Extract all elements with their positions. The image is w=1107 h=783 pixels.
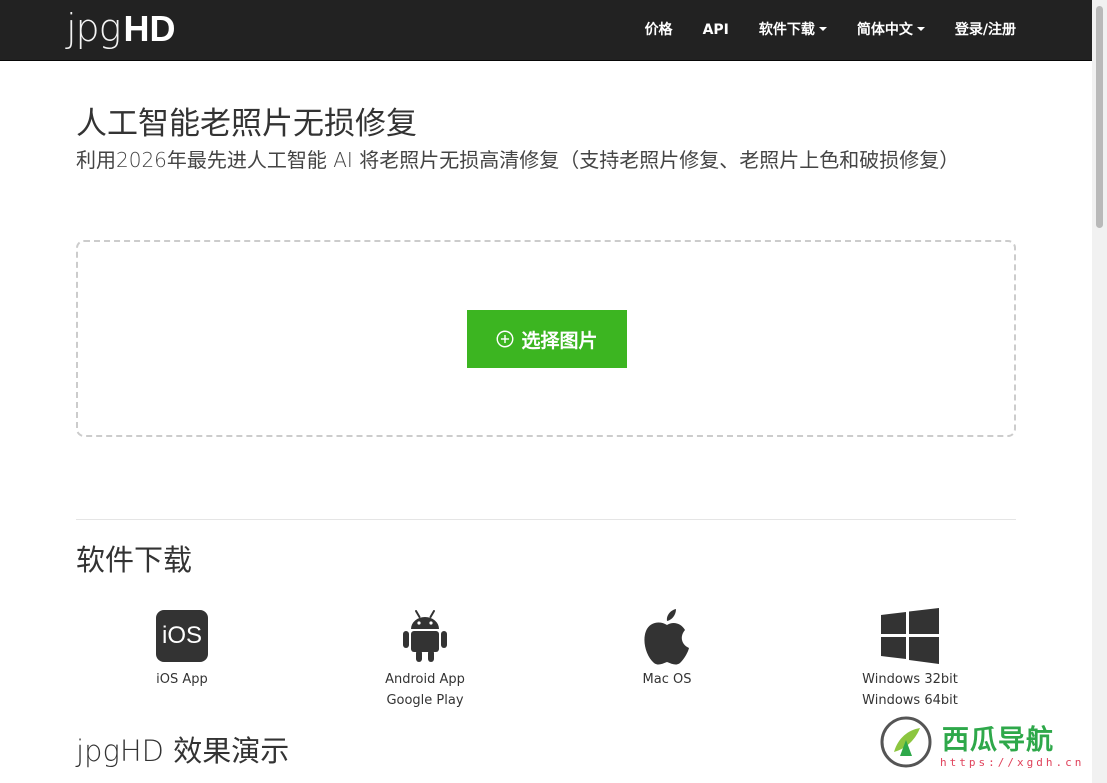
watermark: 西瓜导航 https://xgdh.cn (878, 712, 1090, 782)
nav-menu: 价格 API 软件下载 简体中文 登录/注册 (630, 0, 1016, 60)
page-title: 人工智能老照片无损修复 (76, 106, 417, 142)
top-navbar: jpgHD 价格 API 软件下载 简体中文 登录/注册 (0, 0, 1092, 61)
nav-item-login-register[interactable]: 登录/注册 (940, 0, 1016, 60)
upload-dropzone[interactable]: 选择图片 (76, 240, 1016, 437)
watermelon-logo-icon (880, 716, 932, 768)
nav-item-software-download-label: 软件下载 (758, 22, 815, 38)
page-scrollbar[interactable] (1092, 0, 1107, 783)
download-windows-label: Windows 32bit Windows 64bit (862, 672, 958, 708)
nav-item-login-register-label: 登录/注册 (954, 22, 1016, 38)
download-android-label: Android App Google Play (385, 672, 465, 708)
download-android[interactable]: Android App Google Play (355, 604, 495, 711)
download-ios[interactable]: iOS iOS App (112, 604, 252, 690)
windows-icon (881, 608, 939, 664)
section-divider (76, 519, 1016, 520)
download-windows[interactable]: Windows 32bit Windows 64bit (840, 604, 980, 711)
nav-item-pricing-label: 价格 (644, 22, 673, 38)
caret-down-icon (916, 27, 925, 31)
nav-item-language[interactable]: 简体中文 (842, 0, 940, 60)
watermark-name: 西瓜导航 (942, 725, 1054, 756)
plus-circle-icon (497, 330, 514, 348)
nav-item-pricing[interactable]: 价格 (630, 0, 688, 60)
software-download-title: 软件下载 (76, 543, 193, 577)
nav-item-api[interactable]: API (688, 0, 744, 60)
select-image-button[interactable]: 选择图片 (467, 310, 627, 368)
demo-section-title: jpgHD 效果演示 (76, 734, 290, 768)
watermark-url: https://xgdh.cn (940, 756, 1085, 769)
nav-item-software-download[interactable]: 软件下载 (744, 0, 842, 60)
caret-down-icon (818, 27, 827, 31)
brand-logo-bold: HD (123, 8, 176, 49)
brand-logo[interactable]: jpgHD (66, 4, 175, 52)
nav-item-api-label: API (702, 22, 729, 38)
download-macos-label: Mac OS (642, 672, 692, 687)
download-macos[interactable]: Mac OS (597, 604, 737, 690)
android-icon (403, 610, 447, 662)
page-subtitle: 利用2026年最先进人工智能 AI 将老照片无损高清修复（支持老照片修复、老照片… (76, 148, 960, 172)
download-ios-label: iOS App (156, 672, 208, 687)
brand-logo-light: jpg (66, 6, 121, 50)
scrollbar-thumb[interactable] (1096, 6, 1103, 228)
apple-icon (644, 609, 689, 665)
select-image-label: 选择图片 (521, 330, 598, 352)
ios-icon: iOS (156, 610, 208, 662)
nav-item-language-label: 简体中文 (856, 22, 913, 38)
